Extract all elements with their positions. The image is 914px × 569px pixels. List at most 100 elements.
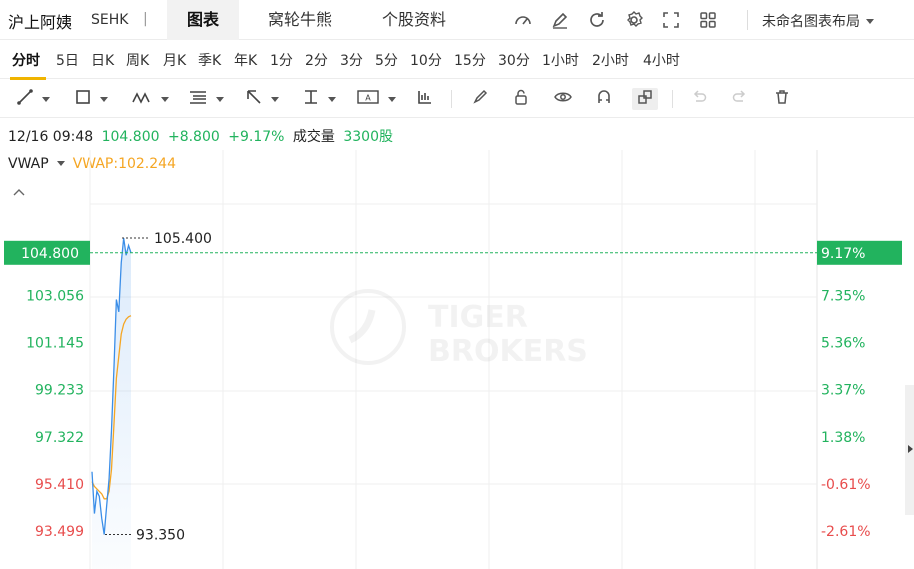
tab-profile[interactable]: 个股资料 xyxy=(366,0,462,40)
fib-tool-button[interactable] xyxy=(188,88,224,110)
svg-text:A: A xyxy=(365,94,371,103)
edit-icon[interactable] xyxy=(547,8,573,32)
percent-axis: 7.35% 5.36% 3.37% 1.38% -0.61% -2.61% xyxy=(821,289,871,540)
price-area-fill xyxy=(92,238,131,569)
period-tab[interactable]: 月K xyxy=(163,50,186,70)
arrow-tool-button[interactable] xyxy=(245,88,279,110)
delete-button[interactable] xyxy=(773,88,791,110)
period-tab[interactable]: 5日 xyxy=(56,50,79,70)
visibility-button[interactable] xyxy=(553,88,573,110)
brush-button[interactable] xyxy=(471,88,489,110)
period-bar: 分时 5日 日K 周K 月K 季K 年K 1分 2分 3分 5分 10分 15分… xyxy=(0,41,914,80)
chevron-down-icon xyxy=(216,96,224,102)
wave-tool-button[interactable] xyxy=(131,88,169,110)
gauge-icon[interactable] xyxy=(510,8,536,32)
period-tab[interactable]: 1小时 xyxy=(542,50,579,70)
link-icon xyxy=(636,88,654,110)
layout-separator xyxy=(747,10,748,30)
watermark-logo-mark xyxy=(348,309,376,344)
settings-icon[interactable] xyxy=(621,8,647,32)
current-price-tag-label: 104.800 xyxy=(21,246,79,262)
price-tick-label: 97.322 xyxy=(35,430,84,446)
tab-warrants[interactable]: 窝轮牛熊 xyxy=(252,0,348,40)
text-tool-button[interactable]: A xyxy=(356,88,396,110)
watermark-text-2: BROKERS xyxy=(428,334,588,369)
fib-tool-icon xyxy=(188,88,208,110)
current-price-line: 104.800 9.17% xyxy=(4,240,902,265)
volume-label: 成交量 xyxy=(292,129,335,145)
price-chart[interactable]: TIGER BROKERS 104.800 9.17% 103.056 101.14… xyxy=(0,150,914,569)
stock-market-code: SEHK xyxy=(91,12,129,28)
stock-name: 沪上阿姨 xyxy=(8,13,73,32)
rect-tool-icon xyxy=(74,88,92,110)
toolbar-separator xyxy=(672,90,673,108)
high-marker-label: 105.400 xyxy=(154,231,212,247)
chevron-down-icon xyxy=(328,96,336,102)
price-range-icon xyxy=(302,88,320,110)
chevron-right-icon xyxy=(908,445,913,453)
arrow-tool-icon xyxy=(245,88,263,110)
fullscreen-icon[interactable] xyxy=(658,8,684,32)
quote-change: +8.800 xyxy=(167,129,220,145)
period-tab[interactable]: 4小时 xyxy=(643,50,680,70)
period-tab[interactable]: 日K xyxy=(91,50,114,70)
line-tool-button[interactable] xyxy=(16,88,50,110)
rect-tool-button[interactable] xyxy=(74,88,108,110)
period-tab[interactable]: 2小时 xyxy=(592,50,629,70)
period-tab[interactable]: 5分 xyxy=(375,50,398,70)
watermark: TIGER BROKERS xyxy=(330,289,588,369)
price-tick-label: 93.499 xyxy=(35,524,84,540)
chevron-down-icon xyxy=(42,96,50,102)
percent-tick-label: -0.61% xyxy=(821,477,871,493)
refresh-icon[interactable] xyxy=(584,8,610,32)
quote-price: 104.800 xyxy=(101,129,160,145)
eye-icon xyxy=(553,88,573,110)
chevron-down-icon xyxy=(100,96,108,102)
title-separator: | xyxy=(143,11,148,27)
top-bar: 沪上阿姨 SEHK | 图表 窝轮牛熊 个股资料 未命名图表布局 xyxy=(0,0,914,40)
chevron-down-icon xyxy=(271,96,279,102)
quote-summary: 12/16 09:48 104.800 +8.800 +9.17% 成交量 33… xyxy=(8,126,397,146)
period-tab[interactable]: 3分 xyxy=(340,50,363,70)
price-range-button[interactable] xyxy=(302,88,336,110)
quote-datetime: 12/16 09:48 xyxy=(8,129,94,145)
period-tab[interactable]: 分时 xyxy=(12,50,40,70)
collapse-button[interactable] xyxy=(13,189,25,196)
price-axis: 103.056 101.145 99.233 97.322 95.410 93.499 xyxy=(26,289,84,540)
link-button[interactable] xyxy=(632,88,658,110)
lock-button[interactable] xyxy=(512,88,530,110)
layout-selector[interactable]: 未命名图表布局 xyxy=(762,11,882,31)
indicator-button[interactable] xyxy=(416,88,434,110)
percent-tick-label: -2.61% xyxy=(821,524,871,540)
period-tab[interactable]: 30分 xyxy=(498,50,530,70)
price-area xyxy=(92,238,131,569)
grid-icon[interactable] xyxy=(695,8,721,32)
percent-tick-label: 7.35% xyxy=(821,289,865,305)
lock-icon xyxy=(512,88,530,110)
period-tab[interactable]: 1分 xyxy=(270,50,293,70)
period-tab[interactable]: 10分 xyxy=(410,50,442,70)
low-marker-label: 93.350 xyxy=(136,527,185,543)
percent-tick-label: 1.38% xyxy=(821,430,865,446)
period-tab[interactable]: 年K xyxy=(234,50,257,70)
chevron-up-icon xyxy=(13,189,25,196)
magnet-icon xyxy=(595,88,613,110)
watermark-text-1: TIGER xyxy=(428,300,528,335)
period-tab[interactable]: 周K xyxy=(126,50,149,70)
redo-button[interactable] xyxy=(731,88,749,110)
period-tab[interactable]: 2分 xyxy=(305,50,328,70)
percent-tick-label: 3.37% xyxy=(821,383,865,399)
side-panel-handle[interactable] xyxy=(905,385,914,515)
indicator-icon xyxy=(416,88,434,110)
period-tab[interactable]: 15分 xyxy=(454,50,486,70)
magnet-button[interactable] xyxy=(595,88,613,110)
chevron-down-icon xyxy=(161,96,169,102)
line-tool-icon xyxy=(16,88,34,110)
price-tick-label: 101.145 xyxy=(26,336,84,352)
period-tab[interactable]: 季K xyxy=(198,50,221,70)
percent-tick-label: 5.36% xyxy=(821,336,865,352)
current-pct-tag-label: 9.17% xyxy=(821,246,865,262)
undo-button[interactable] xyxy=(690,88,708,110)
tab-chart[interactable]: 图表 xyxy=(167,0,239,40)
chevron-down-icon xyxy=(388,96,396,102)
